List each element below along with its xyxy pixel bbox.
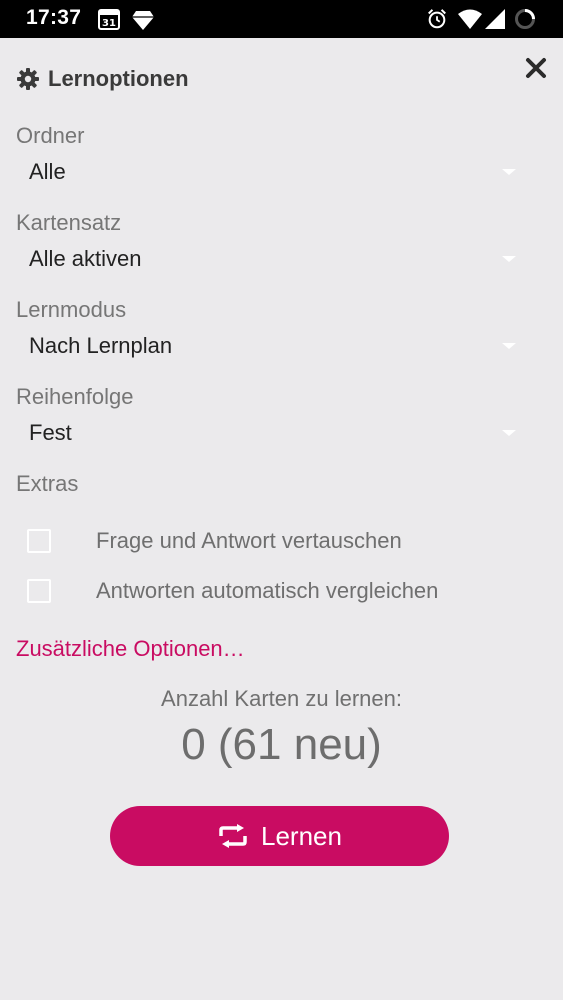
- auto-compare-answers-label[interactable]: Antworten automatisch vergleichen: [96, 578, 438, 604]
- gear-icon: [16, 67, 40, 91]
- calendar-day: 31: [102, 18, 116, 29]
- learn-options-dialog: Lernoptionen Ordner Alle Kartensatz Alle…: [0, 38, 563, 1000]
- order-dropdown-arrow-icon[interactable]: [502, 430, 516, 436]
- status-bar: 17:37 31: [0, 0, 563, 38]
- learn-mode-label: Lernmodus: [16, 297, 127, 322]
- calendar-icon: 31: [97, 7, 121, 36]
- folder-select[interactable]: Alle: [29, 159, 66, 185]
- swap-question-answer-label[interactable]: Frage und Antwort vertauschen: [96, 528, 402, 554]
- order-label: Reihenfolge: [16, 384, 134, 409]
- learn-button[interactable]: Lernen: [110, 806, 449, 866]
- cardset-select[interactable]: Alle aktiven: [29, 246, 142, 272]
- cardset-dropdown-arrow-icon[interactable]: [502, 256, 516, 262]
- extras-label: Extras: [16, 471, 79, 496]
- battery-ring-icon: [514, 8, 536, 35]
- dialog-title: Lernoptionen: [48, 66, 189, 91]
- status-time: 17:37: [26, 6, 82, 29]
- wifi-icon: [458, 9, 482, 34]
- swap-question-answer-checkbox[interactable]: [27, 529, 51, 553]
- dialog-header: Lernoptionen: [16, 65, 189, 93]
- auto-compare-answers-checkbox[interactable]: [27, 579, 51, 603]
- alarm-icon: [426, 8, 448, 35]
- cardset-label: Kartensatz: [16, 210, 122, 235]
- folder-label: Ordner: [16, 123, 85, 148]
- signal-icon: [485, 9, 505, 34]
- diamond-icon: [131, 9, 155, 36]
- repeat-icon: [217, 824, 249, 848]
- close-icon[interactable]: [524, 56, 548, 80]
- learn-mode-dropdown-arrow-icon[interactable]: [502, 343, 516, 349]
- additional-options-link[interactable]: Zusätzliche Optionen…: [16, 636, 245, 662]
- learn-button-label: Lernen: [261, 820, 342, 851]
- cards-to-learn-count: 0 (61 neu): [181, 720, 382, 769]
- cards-to-learn-label: Anzahl Karten zu lernen:: [161, 686, 402, 711]
- order-select[interactable]: Fest: [29, 420, 72, 446]
- learn-mode-select[interactable]: Nach Lernplan: [29, 333, 172, 359]
- folder-dropdown-arrow-icon[interactable]: [502, 169, 516, 175]
